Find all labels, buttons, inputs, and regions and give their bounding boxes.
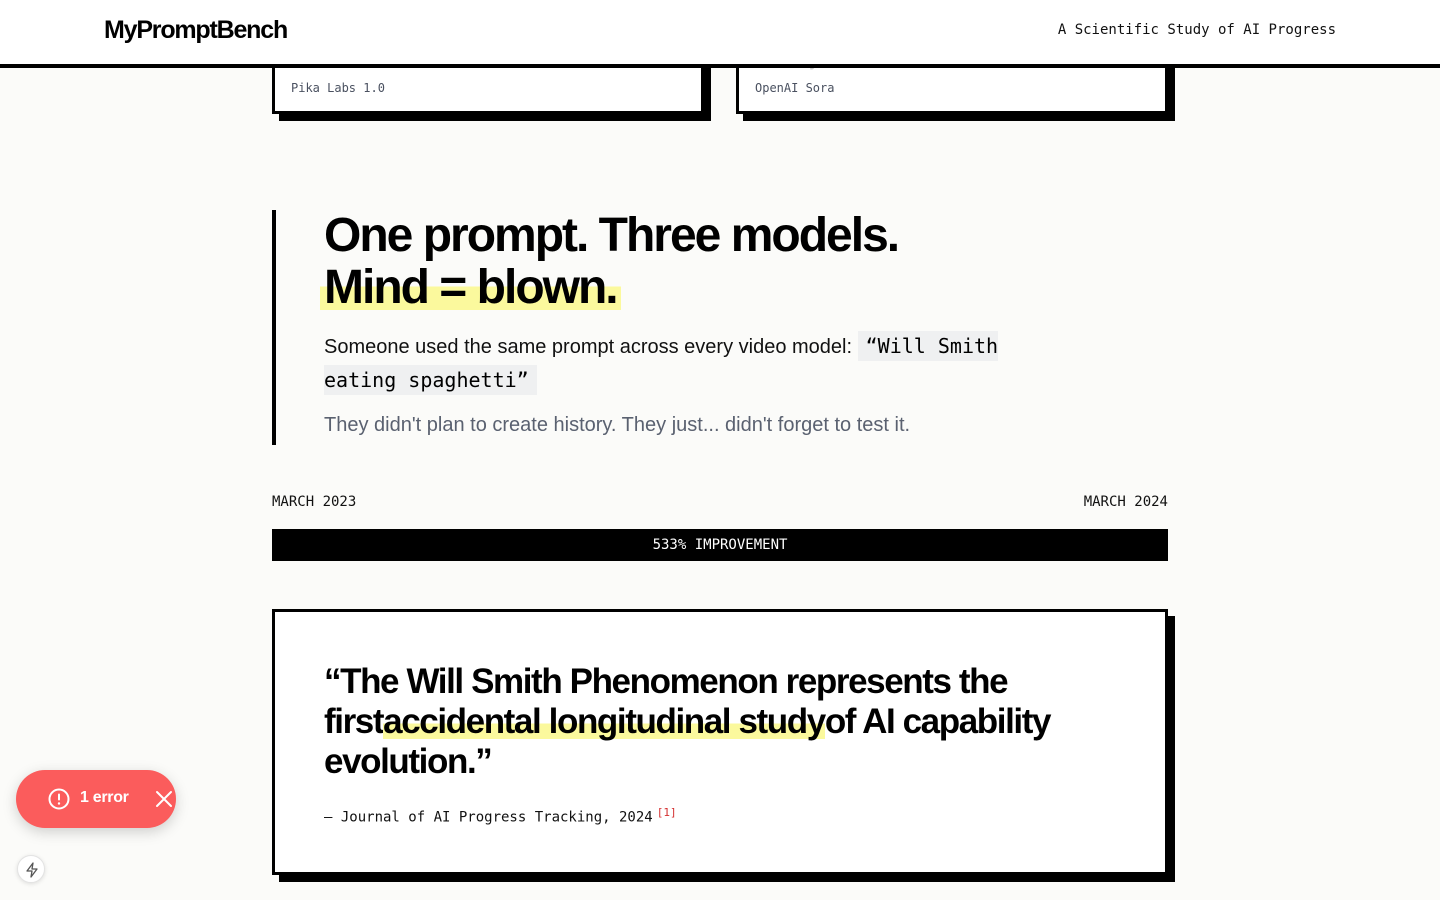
hero-subtext: They didn't plan to create history. They…: [324, 414, 911, 436]
dev-tools-button[interactable]: [17, 855, 45, 883]
logo[interactable]: MyPromptBench: [104, 16, 288, 45]
hero-body: Someone used the same prompt across ever…: [324, 330, 1044, 398]
header-tagline: A Scientific Study of AI Progress: [1057, 22, 1336, 38]
alert-circle-icon: [48, 788, 70, 810]
card-model-name: OpenAI Sora: [755, 81, 835, 95]
hero-section: One prompt. Three models. Mind = blown. …: [272, 210, 1032, 445]
hero-title-highlight: Mind = blown.: [320, 261, 621, 314]
citation-text: – Journal of AI Progress Tracking, 2024: [324, 809, 653, 826]
error-count-label: 1 error: [80, 789, 129, 806]
quote-text: “The Will Smith Phenomenon represents th…: [324, 662, 1124, 782]
close-icon[interactable]: [154, 789, 174, 809]
card-model-name: Pika Labs 1.0: [291, 81, 385, 95]
hero-title: One prompt. Three models. Mind = blown.: [320, 209, 1044, 314]
improvement-progress-bar: 533% IMPROVEMENT: [272, 529, 1168, 561]
quote-citation: – Journal of AI Progress Tracking, 2024 […: [324, 806, 677, 826]
error-toast[interactable]: 1 error: [16, 770, 176, 828]
quote-card: “The Will Smith Phenomenon represents th…: [272, 609, 1168, 875]
bolt-icon: [26, 862, 38, 878]
timeline-start-date: MARCH 2023: [272, 494, 357, 510]
site-header: MyPromptBench A Scientific Study of AI P…: [0, 0, 1440, 68]
timeline-end-date: MARCH 2024: [1083, 494, 1168, 510]
progress-label: 533% IMPROVEMENT: [652, 537, 788, 553]
hero-title-line1: One prompt. Three models.: [324, 209, 900, 262]
citation-ref-link[interactable]: [1]: [657, 806, 677, 819]
quote-highlight: accidental longitudinal study: [383, 702, 826, 741]
hero-body-text: Someone used the same prompt across ever…: [324, 336, 853, 358]
